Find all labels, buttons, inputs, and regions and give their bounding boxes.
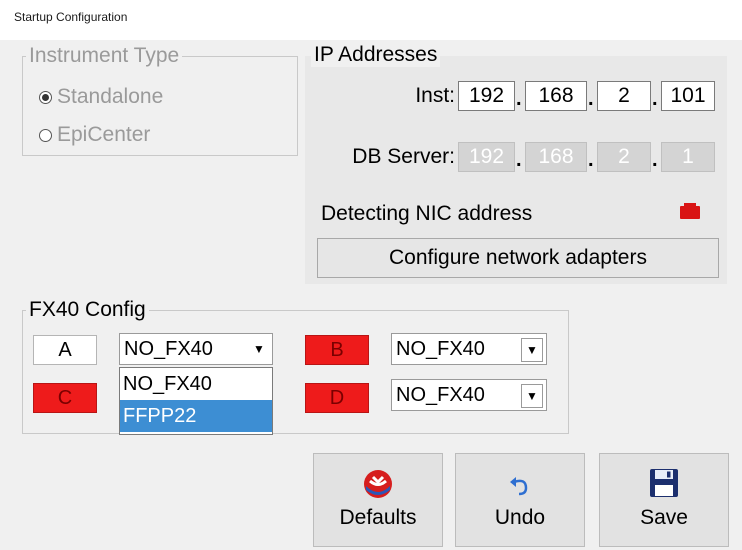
fx40-config-legend: FX40 Config [26, 298, 149, 322]
undo-button[interactable]: Undo [455, 453, 585, 547]
floppy-disk-icon [650, 469, 678, 497]
nic-indicator-icon [680, 203, 700, 219]
instrument-type-legend: Instrument Type [26, 44, 183, 68]
fx40-unit-d[interactable]: D [305, 383, 369, 413]
fx40-select-b[interactable]: NO_FX40 ▼ [391, 333, 547, 365]
chevron-down-icon[interactable]: ▼ [521, 384, 543, 408]
title-bar: Startup Configuration [0, 0, 742, 40]
defaults-label: Defaults [339, 506, 417, 529]
inst-ip-octet-4[interactable]: 101 [661, 81, 715, 111]
defaults-icon [364, 470, 392, 498]
inst-ip-octet-2[interactable]: 168 [525, 81, 587, 111]
defaults-button[interactable]: Defaults [313, 453, 443, 547]
inst-ip-dot-3: . [652, 88, 658, 110]
fx40-select-a-value: NO_FX40 [124, 337, 213, 360]
save-button[interactable]: Save [599, 453, 729, 547]
fx40-unit-a[interactable]: A [33, 335, 97, 365]
dropdown-option-no-fx40[interactable]: NO_FX40 [120, 368, 272, 400]
fx40-select-d-value: NO_FX40 [396, 383, 485, 406]
db-server-label: DB Server: [352, 145, 455, 168]
db-ip-dot-2: . [588, 149, 594, 171]
fx40-select-d[interactable]: NO_FX40 ▼ [391, 379, 547, 411]
inst-ip-dot-1: . [516, 88, 522, 110]
fx40-select-a[interactable]: NO_FX40 ▼ [119, 333, 273, 365]
dropdown-option-ffpp22[interactable]: FFPP22 [120, 400, 272, 432]
radio-standalone-label: Standalone [57, 85, 164, 108]
inst-label: Inst: [415, 84, 455, 107]
ip-addresses-legend: IP Addresses [311, 43, 441, 67]
db-ip-octet-4: 1 [661, 142, 715, 172]
chevron-down-icon[interactable]: ▼ [521, 338, 543, 362]
radio-epicenter[interactable]: EpiCenter [39, 123, 150, 147]
inst-ip-octet-3[interactable]: 2 [597, 81, 651, 111]
ip-addresses-group: IP Addresses Inst: 192 . 168 . 2 . 101 D… [305, 43, 727, 284]
undo-label: Undo [494, 506, 546, 529]
inst-ip-dot-2: . [588, 88, 594, 110]
configure-network-adapters-button[interactable]: Configure network adapters [317, 238, 719, 278]
inst-ip-octet-1[interactable]: 192 [458, 81, 515, 111]
chevron-down-icon[interactable]: ▼ [249, 339, 269, 359]
db-ip-dot-1: . [516, 149, 522, 171]
db-ip-octet-2: 168 [525, 142, 587, 172]
fx40-unit-b[interactable]: B [305, 335, 369, 365]
undo-icon [510, 477, 528, 496]
db-ip-octet-3: 2 [597, 142, 651, 172]
db-ip-octet-1: 192 [458, 142, 515, 172]
nic-indicator-notch [684, 203, 696, 207]
radio-standalone[interactable]: Standalone [39, 85, 163, 109]
save-label: Save [640, 506, 688, 529]
fx40-select-b-value: NO_FX40 [396, 337, 485, 360]
instrument-type-group: Instrument Type Standalone EpiCenter [22, 44, 298, 156]
radio-epicenter-indicator[interactable] [39, 128, 52, 142]
radio-epicenter-label: EpiCenter [57, 123, 151, 146]
fx40-unit-c[interactable]: C [33, 383, 97, 413]
window-title: Startup Configuration [14, 10, 128, 24]
db-ip-dot-3: . [652, 149, 658, 171]
nic-status-text: Detecting NIC address [321, 202, 533, 225]
fx40-config-group: FX40 Config A NO_FX40 ▼ B NO_FX40 ▼ C D … [22, 298, 569, 435]
radio-standalone-indicator[interactable] [39, 90, 52, 104]
fx40-dropdown-list: NO_FX40 FFPP22 [119, 367, 273, 435]
